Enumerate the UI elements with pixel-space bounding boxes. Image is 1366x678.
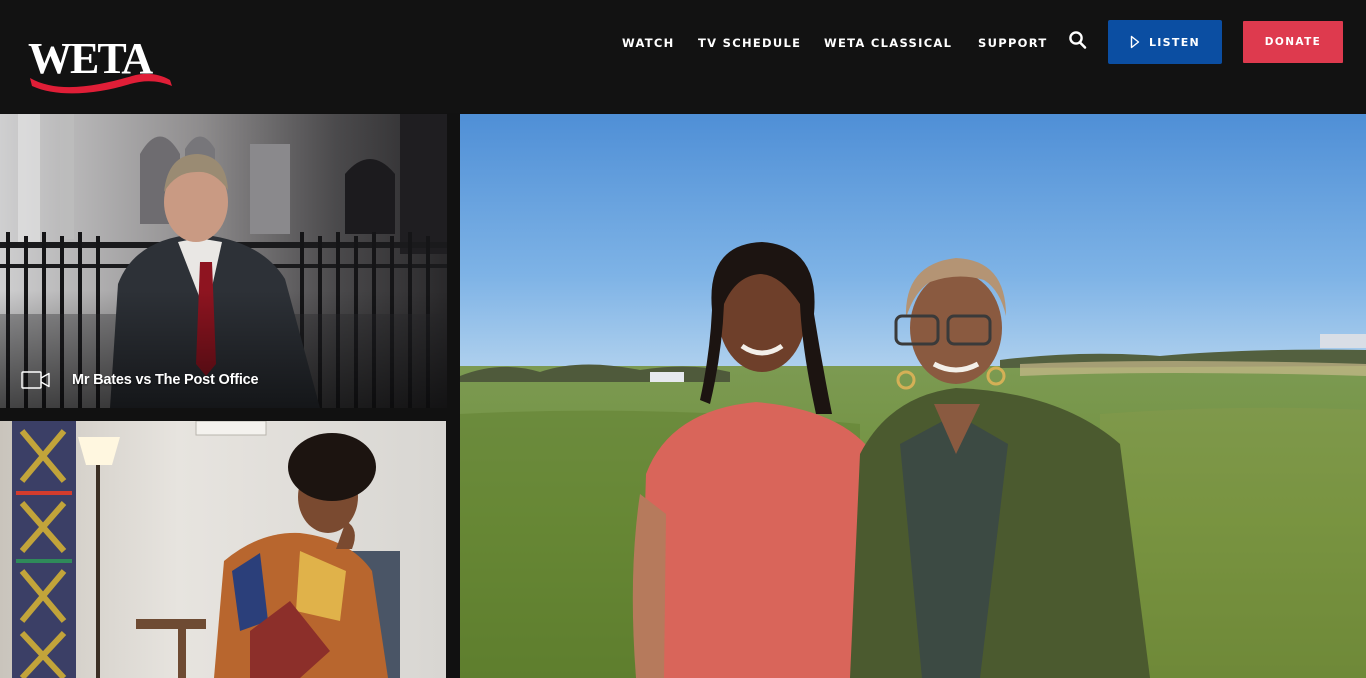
- hero-card[interactable]: [460, 114, 1366, 678]
- featured-image-mr-bates: [0, 114, 447, 408]
- nav-item-tv-schedule[interactable]: TV SCHEDULE: [698, 33, 801, 53]
- featured-card-portrait[interactable]: [0, 421, 446, 678]
- donate-button[interactable]: DONATE: [1243, 21, 1343, 63]
- donate-label: DONATE: [1264, 36, 1322, 48]
- weta-logo[interactable]: WETA: [28, 34, 174, 96]
- featured-image-portrait: [0, 421, 446, 678]
- search-icon: [1069, 31, 1087, 49]
- search-button[interactable]: [1068, 30, 1088, 52]
- nav-item-weta-classical[interactable]: WETA CLASSICAL: [824, 33, 952, 53]
- listen-button[interactable]: LISTEN: [1108, 20, 1222, 64]
- listen-label: LISTEN: [1148, 35, 1201, 49]
- nav-item-support[interactable]: SUPPORT: [978, 33, 1048, 53]
- featured-card-mr-bates[interactable]: Mr Bates vs The Post Office: [0, 114, 447, 408]
- nav-item-watch[interactable]: WATCH: [622, 33, 675, 53]
- play-icon: [1130, 35, 1140, 49]
- site-header: WETA WATCH TV SCHEDULE WETA CLASSICAL SU…: [0, 0, 1366, 113]
- card-title: Mr Bates vs The Post Office: [72, 372, 259, 388]
- hero-image: [460, 114, 1366, 678]
- logo-swoosh-icon: [30, 73, 172, 94]
- video-camera-icon: [21, 371, 50, 389]
- card-caption: Mr Bates vs The Post Office: [21, 369, 259, 391]
